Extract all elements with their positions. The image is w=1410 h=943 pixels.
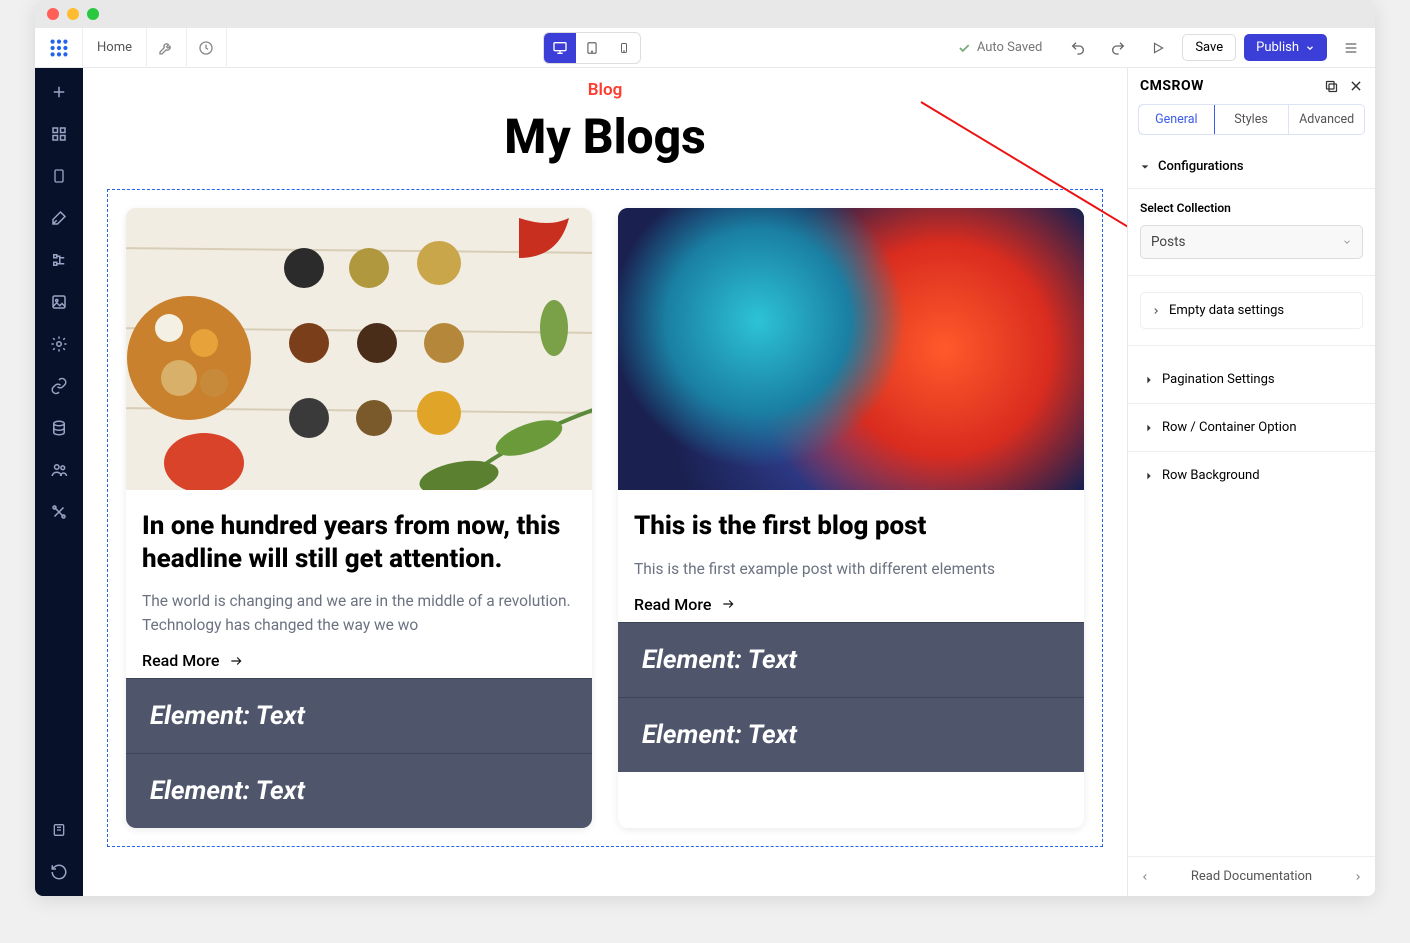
image-icon[interactable] [49, 292, 69, 312]
device-toggle [543, 32, 641, 64]
chevron-right-icon[interactable] [1353, 871, 1363, 883]
panel-footer: Read Documentation [1128, 856, 1375, 896]
collection-select[interactable]: Posts [1140, 225, 1363, 259]
section-label: Configurations [1158, 159, 1244, 174]
mobile-view-button[interactable] [608, 33, 640, 63]
tab-advanced[interactable]: Advanced [1289, 105, 1364, 134]
read-more-label: Read More [142, 651, 219, 670]
element-placeholder[interactable]: Element: Text [126, 753, 592, 828]
row-label: Row Background [1162, 468, 1260, 483]
chevron-right-icon [1151, 306, 1161, 316]
panel-title: CMSROW [1140, 78, 1204, 94]
hamburger-menu[interactable] [1335, 32, 1367, 64]
element-placeholder[interactable]: Element: Text [618, 697, 1084, 772]
properties-panel: CMSROW General Styles Advanced Configura… [1127, 68, 1375, 896]
copy-icon[interactable] [1324, 79, 1339, 94]
users-icon[interactable] [49, 460, 69, 480]
close-dot[interactable] [47, 8, 59, 20]
book-icon[interactable] [49, 820, 69, 840]
canvas[interactable]: Blog My Blogs [83, 68, 1127, 896]
left-tool-rail [35, 68, 83, 896]
select-value: Posts [1151, 234, 1185, 250]
select-collection-label: Select Collection [1140, 201, 1363, 215]
tools-icon[interactable] [49, 502, 69, 522]
tree-icon[interactable] [49, 250, 69, 270]
save-button[interactable]: Save [1182, 34, 1236, 61]
pagination-settings[interactable]: Pagination Settings [1140, 362, 1363, 397]
blog-card[interactable]: In one hundred years from now, this head… [126, 208, 592, 828]
empty-data-settings[interactable]: Empty data settings [1140, 292, 1363, 329]
page-icon[interactable] [49, 166, 69, 186]
wrench-icon[interactable] [147, 28, 187, 68]
row-container-option[interactable]: Row / Container Option [1140, 410, 1363, 445]
panel-tabs: General Styles Advanced [1138, 104, 1365, 135]
autosave-label: Auto Saved [977, 40, 1042, 55]
chevron-down-icon [1305, 43, 1315, 53]
row-label: Row / Container Option [1162, 420, 1297, 435]
card-headline: In one hundred years from now, this head… [142, 510, 576, 575]
section-configurations[interactable]: Configurations [1128, 145, 1375, 189]
app-logo[interactable] [35, 28, 83, 68]
arrow-right-icon [719, 597, 737, 611]
undo-button[interactable] [1062, 32, 1094, 64]
card-headline: This is the first blog post [634, 510, 1068, 543]
card-excerpt: The world is changing and we are in the … [142, 589, 576, 637]
close-icon[interactable] [1349, 79, 1363, 93]
autosave-status: Auto Saved [957, 40, 1042, 55]
minimize-dot[interactable] [67, 8, 79, 20]
caret-right-icon [1144, 423, 1154, 433]
tablet-view-button[interactable] [576, 33, 608, 63]
database-icon[interactable] [49, 418, 69, 438]
row-label: Empty data settings [1169, 303, 1284, 318]
card-image [618, 208, 1084, 490]
card-image [126, 208, 592, 490]
read-docs-link[interactable]: Read Documentation [1191, 869, 1312, 884]
design-icon[interactable] [49, 208, 69, 228]
chevron-left-icon[interactable] [1140, 871, 1150, 883]
redo-button[interactable] [1102, 32, 1134, 64]
read-more-label: Read More [634, 595, 711, 614]
row-background[interactable]: Row Background [1140, 458, 1363, 493]
home-button[interactable]: Home [83, 28, 147, 68]
read-more-link[interactable]: Read More [126, 651, 592, 678]
cmsrow-selection[interactable]: In one hundred years from now, this head… [107, 189, 1103, 847]
chevron-down-icon [1342, 237, 1352, 247]
row-label: Pagination Settings [1162, 372, 1275, 387]
clock-icon[interactable] [187, 28, 227, 68]
maximize-dot[interactable] [87, 8, 99, 20]
page-title: My Blogs [83, 108, 1127, 165]
arrow-right-icon [227, 654, 245, 668]
element-placeholder[interactable]: Element: Text [618, 622, 1084, 697]
read-more-link[interactable]: Read More [618, 595, 1084, 622]
caret-right-icon [1144, 375, 1154, 385]
layout-grid-icon[interactable] [49, 124, 69, 144]
card-excerpt: This is the first example post with diff… [634, 557, 1068, 581]
caret-right-icon [1144, 471, 1154, 481]
desktop-view-button[interactable] [544, 33, 576, 63]
tab-general[interactable]: General [1138, 104, 1215, 135]
window-titlebar [35, 0, 1375, 28]
preview-button[interactable] [1142, 32, 1174, 64]
add-element-icon[interactable] [49, 82, 69, 102]
element-placeholder[interactable]: Element: Text [126, 678, 592, 753]
caret-down-icon [1140, 162, 1150, 172]
blog-card[interactable]: This is the first blog post This is the … [618, 208, 1084, 828]
history-icon[interactable] [49, 862, 69, 882]
page-tag: Blog [83, 80, 1127, 100]
tab-styles[interactable]: Styles [1214, 105, 1290, 134]
settings-icon[interactable] [49, 334, 69, 354]
publish-button[interactable]: Publish [1244, 34, 1327, 61]
publish-label: Publish [1256, 40, 1299, 55]
link-icon[interactable] [49, 376, 69, 396]
topbar: Home Auto [35, 28, 1375, 68]
